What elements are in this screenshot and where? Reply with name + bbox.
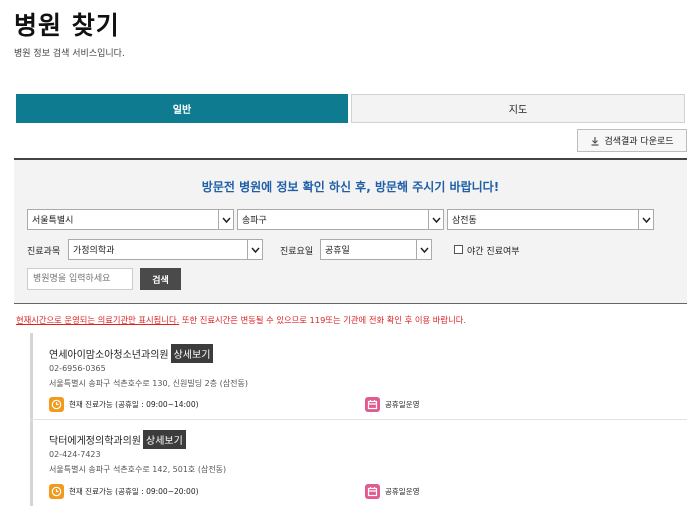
download-label: 검색결과 다운로드: [604, 137, 674, 147]
night-clinic-label: 야간 진료여부: [467, 247, 520, 257]
operating-status: 현재 진료가능 (공휴일 : 09:00~20:00): [49, 484, 199, 499]
city-select[interactable]: 서울특별시: [27, 209, 234, 230]
dong-select[interactable]: 삼전동: [447, 209, 654, 230]
detail-button[interactable]: 상세보기: [170, 344, 214, 363]
detail-button[interactable]: 상세보기: [143, 430, 186, 449]
chevron-down-icon: [638, 210, 653, 229]
hospital-phone: 02-6956-0365: [49, 364, 106, 373]
hospital-name: 닥터에게정의학과의원: [49, 436, 141, 447]
hospital-address: 서울특별시 송파구 석촌호수로 142, 501호 (삼전동): [49, 465, 227, 474]
operating-status-text: 현재 진료가능 (공휴일 : 09:00~20:00): [69, 487, 199, 496]
download-icon: [591, 136, 599, 146]
day-label: 진료요일: [280, 247, 314, 257]
warning-text: 또한 진료시간은 변동될 수 있으므로 119또는 기관에 전화 확인 후 이용…: [179, 315, 466, 325]
district-select[interactable]: 송파구: [237, 209, 444, 230]
chevron-down-icon: [218, 210, 233, 229]
operating-hours-warning: 현재시간으로 운영되는 의료기관만 표시됩니다. 또한 진료시간은 변동될 수 …: [16, 314, 466, 326]
hospital-name-input[interactable]: [27, 268, 133, 290]
hospital-name: 연세아이맘소아청소년과의원: [49, 350, 169, 361]
download-results-button[interactable]: 검색결과 다운로드: [577, 129, 687, 152]
clock-icon: [49, 484, 64, 499]
tab-map[interactable]: 지도: [351, 94, 685, 123]
tab-bar: 일반 지도: [16, 94, 685, 123]
visit-notice: 방문전 병원에 정보 확인 하신 후, 방문해 주시기 바랍니다!: [201, 180, 500, 194]
chevron-down-icon: [416, 240, 431, 259]
search-button[interactable]: 검색: [140, 268, 181, 290]
hospital-address: 서울특별시 송파구 석촌호수로 130, 신원빌딩 2층 (삼전동): [49, 379, 248, 388]
list-item: 연세아이맘소아청소년과의원 상세보기 02-6956-0365 서울특별시 송파구…: [30, 333, 687, 419]
calendar-icon: [365, 397, 380, 412]
day-select[interactable]: 공휴일: [320, 239, 432, 260]
operating-status-text: 현재 진료가능 (공휴일 : 09:00~14:00): [69, 400, 199, 409]
night-clinic-checkbox[interactable]: [454, 245, 463, 254]
holiday-status-text: 공휴일운영: [385, 487, 420, 496]
holiday-status-text: 공휴일운영: [385, 400, 420, 409]
day-select-value: 공휴일: [325, 246, 350, 256]
calendar-icon: [365, 484, 380, 499]
chevron-down-icon: [428, 210, 443, 229]
search-panel: 방문전 병원에 정보 확인 하신 후, 방문해 주시기 바랍니다! 서울특별시 …: [14, 158, 687, 304]
holiday-status: 공휴일운영: [365, 484, 420, 499]
page-subtitle: 병원 정보 검색 서비스입니다.: [14, 49, 125, 59]
city-select-value: 서울특별시: [32, 216, 74, 226]
holiday-status: 공휴일운영: [365, 397, 420, 412]
dong-select-value: 삼전동: [452, 216, 477, 226]
dept-select-value: 가정의학과: [73, 246, 115, 256]
chevron-down-icon: [247, 240, 262, 259]
hospital-phone: 02-424-7423: [49, 450, 101, 459]
warning-underlined-text: 현재시간으로 운영되는 의료기관만 표시됩니다.: [16, 315, 180, 325]
clock-icon: [49, 397, 64, 412]
list-item: 닥터에게정의학과의원 상세보기 02-424-7423 서울특별시 송파구 석촌호…: [30, 420, 687, 506]
district-select-value: 송파구: [242, 216, 267, 226]
dept-select[interactable]: 가정의학과: [68, 239, 263, 260]
tab-general[interactable]: 일반: [16, 94, 348, 123]
page-title: 병원 찾기: [14, 11, 120, 40]
dept-label: 진료과목: [27, 247, 61, 257]
operating-status: 현재 진료가능 (공휴일 : 09:00~14:00): [49, 397, 199, 412]
